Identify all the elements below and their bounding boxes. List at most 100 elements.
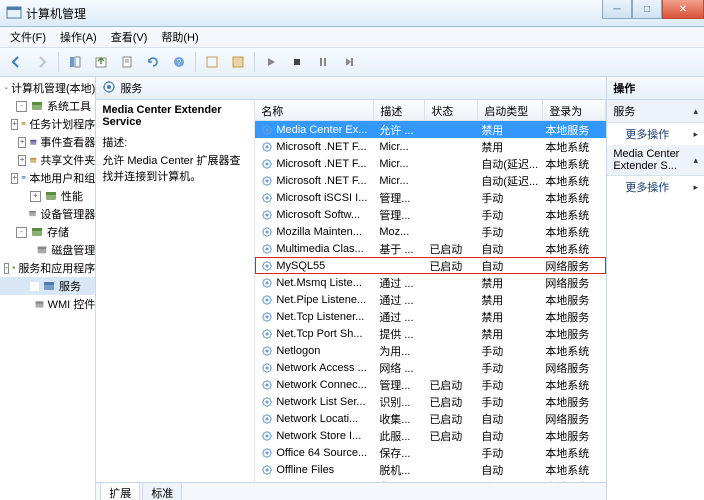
service-logon-cell: 本地系统 (539, 376, 601, 394)
menu-2[interactable]: 查看(V) (105, 27, 154, 47)
back-button[interactable] (4, 50, 28, 74)
tree-label: 存储 (47, 224, 69, 240)
service-row[interactable]: Network List Ser...识别...已启动手动本地服务 (255, 393, 606, 410)
tree-node-WMI 控件[interactable]: WMI 控件 (0, 295, 95, 313)
service-row[interactable]: Network Store I...此服...已启动自动本地服务 (255, 427, 606, 444)
tree-node-存储[interactable]: - 存储 (0, 223, 95, 241)
service-start-cell: 手动 (475, 393, 539, 411)
tree-label: 服务 (59, 278, 81, 294)
tb-btn-1[interactable] (200, 50, 224, 74)
list-body[interactable]: Media Center Ex...允许 ...禁用本地服务Microsoft … (255, 121, 606, 482)
service-name-cell: Microsoft .NET F... (255, 157, 373, 171)
action-item[interactable]: 更多操作▸ (607, 176, 704, 198)
tree-node-设备管理器[interactable]: 设备管理器 (0, 205, 95, 223)
minimize-button[interactable]: ─ (602, 0, 632, 19)
tree-node-系统工具[interactable]: -系统工具 (0, 97, 95, 115)
service-start-cell: 自动 (475, 257, 539, 275)
service-row[interactable]: Microsoft .NET F...Micr...禁用本地系统 (255, 138, 606, 155)
column-status[interactable]: 状态 (425, 100, 478, 120)
help-button[interactable]: ? (167, 50, 191, 74)
properties-button[interactable] (115, 50, 139, 74)
close-button[interactable]: ✕ (662, 0, 704, 19)
tree-toggle[interactable]: + (18, 137, 25, 148)
service-row[interactable]: MySQL55已启动自动网络服务 (255, 257, 606, 274)
service-name-cell: Multimedia Clas... (255, 242, 373, 256)
service-row[interactable]: Netlogon为用...手动本地系统 (255, 342, 606, 359)
service-row[interactable]: Microsoft Softw...管理...手动本地系统 (255, 206, 606, 223)
tree-node-磁盘管理[interactable]: 磁盘管理 (0, 241, 95, 259)
event-icon (29, 135, 38, 149)
tree-node-共享文件夹[interactable]: +共享文件夹 (0, 151, 95, 169)
service-desc-cell: 脱机... (373, 461, 423, 479)
start-service-button[interactable] (259, 50, 283, 74)
service-status-cell: 已启动 (423, 410, 475, 428)
service-desc-cell: 提供 ... (373, 325, 423, 343)
service-row[interactable]: Media Center Ex...允许 ...禁用本地服务 (255, 121, 606, 138)
service-row[interactable]: Multimedia Clas...基于 ...已启动自动本地系统 (255, 240, 606, 257)
service-row[interactable]: Network Access ...网络 ...手动网络服务 (255, 359, 606, 376)
refresh-button[interactable] (141, 50, 165, 74)
menu-3[interactable]: 帮助(H) (155, 27, 204, 47)
tree-toggle[interactable]: + (11, 119, 18, 130)
tree-toggle[interactable]: - (4, 263, 9, 274)
service-status-cell: 已启动 (423, 393, 475, 411)
column-logon[interactable]: 登录为 (543, 100, 606, 120)
forward-button[interactable] (30, 50, 54, 74)
service-row[interactable]: Net.Tcp Port Sh...提供 ...禁用本地服务 (255, 325, 606, 342)
service-logon-cell: 本地系统 (539, 172, 601, 190)
tab-扩展[interactable]: 扩展 (100, 482, 140, 500)
service-start-cell: 手动 (475, 223, 539, 241)
stop-service-button[interactable] (285, 50, 309, 74)
show-hide-button[interactable] (63, 50, 87, 74)
service-row[interactable]: Microsoft iSCSI I...管理...手动本地系统 (255, 189, 606, 206)
maximize-button[interactable]: □ (632, 0, 662, 19)
menu-0[interactable]: 文件(F) (4, 27, 52, 47)
service-row[interactable]: Net.Pipe Listene...通过 ...禁用本地服务 (255, 291, 606, 308)
task-icon (21, 117, 26, 131)
service-row[interactable]: Microsoft .NET F...Micr...自动(延迟...本地系统 (255, 155, 606, 172)
service-desc-cell: 收集... (373, 410, 423, 428)
sys-icon (30, 99, 44, 113)
service-start-cell: 手动 (475, 206, 539, 224)
service-row[interactable]: Offline Files脱机...自动本地系统 (255, 461, 606, 478)
service-logon-cell: 本地系统 (539, 461, 601, 479)
action-item[interactable]: 更多操作▸ (607, 123, 704, 145)
service-row[interactable]: Microsoft .NET F...Micr...自动(延迟...本地系统 (255, 172, 606, 189)
tree-node-性能[interactable]: +性能 (0, 187, 95, 205)
restart-service-button[interactable] (337, 50, 361, 74)
service-status-cell (423, 350, 475, 352)
tree-toggle[interactable]: + (11, 173, 18, 184)
column-start[interactable]: 启动类型 (478, 100, 543, 120)
tree-toggle[interactable]: - (16, 227, 27, 238)
service-status-cell (423, 367, 475, 369)
service-row[interactable]: Net.Tcp Listener...通过 ...禁用本地服务 (255, 308, 606, 325)
tree-node-计算机管理(本地)[interactable]: 计算机管理(本地) (0, 79, 95, 97)
service-row[interactable]: Network Locati...收集...已启动自动网络服务 (255, 410, 606, 427)
tree-node-事件查看器[interactable]: +事件查看器 (0, 133, 95, 151)
selected-service-name: Media Center Extender Service (102, 104, 248, 128)
tree-pane[interactable]: 计算机管理(本地)-系统工具+任务计划程序+事件查看器+共享文件夹+本地用户和组… (0, 77, 96, 500)
service-row[interactable]: Net.Msmq Liste...通过 ...禁用网络服务 (255, 274, 606, 291)
tree-toggle[interactable]: + (30, 191, 41, 202)
svc-icon (42, 279, 56, 293)
export-button[interactable] (89, 50, 113, 74)
tb-btn-2[interactable] (226, 50, 250, 74)
action-group-header[interactable]: 服务▴ (607, 100, 704, 123)
pause-service-button[interactable] (311, 50, 335, 74)
tree-toggle[interactable]: - (16, 101, 27, 112)
tree-node-任务计划程序[interactable]: +任务计划程序 (0, 115, 95, 133)
service-row[interactable]: Network Connec...管理...已启动手动本地系统 (255, 376, 606, 393)
service-row[interactable]: Office 64 Source...保存...手动本地系统 (255, 444, 606, 461)
tab-标准[interactable]: 标准 (142, 482, 182, 500)
service-status-cell (423, 231, 475, 233)
action-group-header[interactable]: Media Center Extender S...▴ (607, 145, 704, 176)
service-start-cell: 禁用 (475, 308, 539, 326)
tree-node-服务[interactable]: 服务 (0, 277, 95, 295)
column-name[interactable]: 名称 (255, 100, 374, 120)
tree-node-服务和应用程序[interactable]: -服务和应用程序 (0, 259, 95, 277)
tree-toggle[interactable]: + (18, 155, 25, 166)
menu-1[interactable]: 操作(A) (54, 27, 103, 47)
service-row[interactable]: Mozilla Mainten...Moz...手动本地系统 (255, 223, 606, 240)
tree-node-本地用户和组[interactable]: +本地用户和组 (0, 169, 95, 187)
column-desc[interactable]: 描述 (374, 100, 425, 120)
